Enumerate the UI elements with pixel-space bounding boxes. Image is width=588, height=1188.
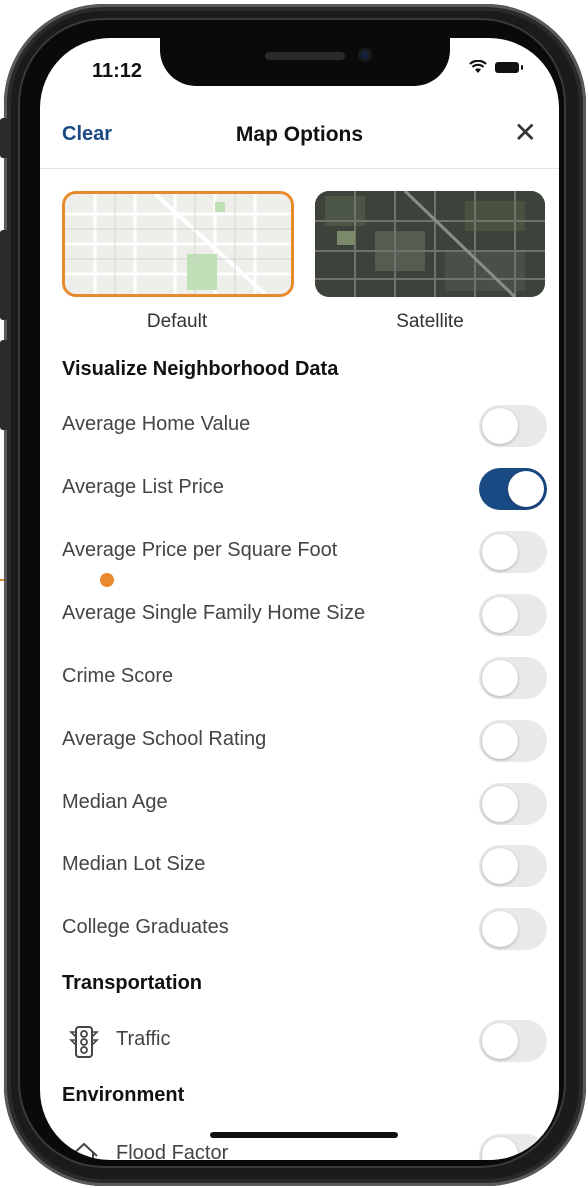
row-label: Average Price per Square Foot (62, 539, 338, 561)
row-label: Average School Rating (62, 728, 267, 750)
home-indicator[interactable] (210, 1132, 398, 1138)
row-label: Median Age (62, 791, 168, 813)
section-title-transportation: Transportation (62, 972, 203, 994)
row-label: Median Lot Size (62, 853, 206, 875)
toggle-median-age[interactable] (479, 783, 547, 825)
satellite-map-thumbnail (315, 191, 545, 297)
map-type-default-label: Default (146, 311, 208, 332)
list-item: Crime Score (40, 651, 559, 713)
header-divider (40, 168, 559, 169)
mute-switch (0, 118, 8, 158)
row-label: Average List Price (62, 476, 224, 498)
status-time: 11:12 (92, 60, 143, 82)
toggle-average-home-value[interactable] (479, 405, 547, 447)
row-label: Crime Score (62, 665, 174, 687)
toggle-crime-score[interactable] (479, 657, 547, 699)
list-item: Average Single Family Home Size (40, 588, 559, 650)
toggle-knob (482, 660, 518, 696)
toggle-knob (482, 534, 518, 570)
list-item: Average Price per Square Foot (40, 525, 559, 587)
list-item: College Graduates (40, 902, 559, 964)
map-type-satellite-label: Satellite (396, 311, 464, 332)
toggle-knob (482, 597, 518, 633)
toggle-average-single-family-home-size[interactable] (479, 594, 547, 636)
header: Clear Map Options ✕ (40, 108, 559, 166)
list-item: Average List Price (40, 462, 559, 524)
row-label: Average Single Family Home Size (62, 602, 366, 624)
speaker (265, 52, 345, 60)
page-title: Map Options (235, 123, 364, 146)
list-item: Traffic (40, 1014, 559, 1076)
front-camera (358, 48, 372, 62)
toggle-average-list-price[interactable] (479, 468, 547, 510)
row-label: Traffic (116, 1028, 171, 1050)
traffic-light-icon (66, 1024, 102, 1060)
phone-screen: 11:12 Clear Map Options ✕ Default Satell… (40, 38, 559, 1160)
volume-up-button (0, 230, 8, 320)
close-icon[interactable]: ✕ (514, 118, 537, 148)
callout-dot (100, 573, 114, 587)
map-type-default[interactable] (62, 191, 294, 297)
toggle-college-graduates[interactable] (479, 908, 547, 950)
battery-icon (495, 61, 523, 73)
list-item: Average Home Value (40, 399, 559, 461)
section-title-environment: Environment (62, 1084, 185, 1106)
toggle-knob (482, 1023, 518, 1059)
toggle-median-lot-size[interactable] (479, 845, 547, 887)
toggle-knob (482, 1137, 518, 1160)
map-type-satellite[interactable] (315, 191, 545, 297)
status-icons (469, 60, 523, 74)
toggle-knob (508, 471, 544, 507)
list-item: Median Age (40, 777, 559, 839)
toggle-traffic[interactable] (479, 1020, 547, 1062)
toggle-knob (482, 848, 518, 884)
default-map-thumbnail (65, 194, 291, 294)
house-icon (66, 1138, 102, 1160)
toggle-knob (482, 408, 518, 444)
row-label: Average Home Value (62, 413, 251, 435)
toggle-flood-factor[interactable] (479, 1134, 547, 1160)
toggle-average-school-rating[interactable] (479, 720, 547, 762)
row-label: Flood Factor (116, 1142, 229, 1160)
toggle-knob (482, 723, 518, 759)
toggle-knob (482, 911, 518, 947)
wifi-icon (469, 60, 487, 74)
toggle-average-price-per-square-foot[interactable] (479, 531, 547, 573)
list-item: Median Lot Size (40, 839, 559, 901)
volume-down-button (0, 340, 8, 430)
toggle-knob (482, 786, 518, 822)
notch (160, 38, 450, 86)
section-title-neighborhood: Visualize Neighborhood Data (62, 358, 339, 380)
list-item: Average School Rating (40, 714, 559, 776)
row-label: College Graduates (62, 916, 229, 938)
